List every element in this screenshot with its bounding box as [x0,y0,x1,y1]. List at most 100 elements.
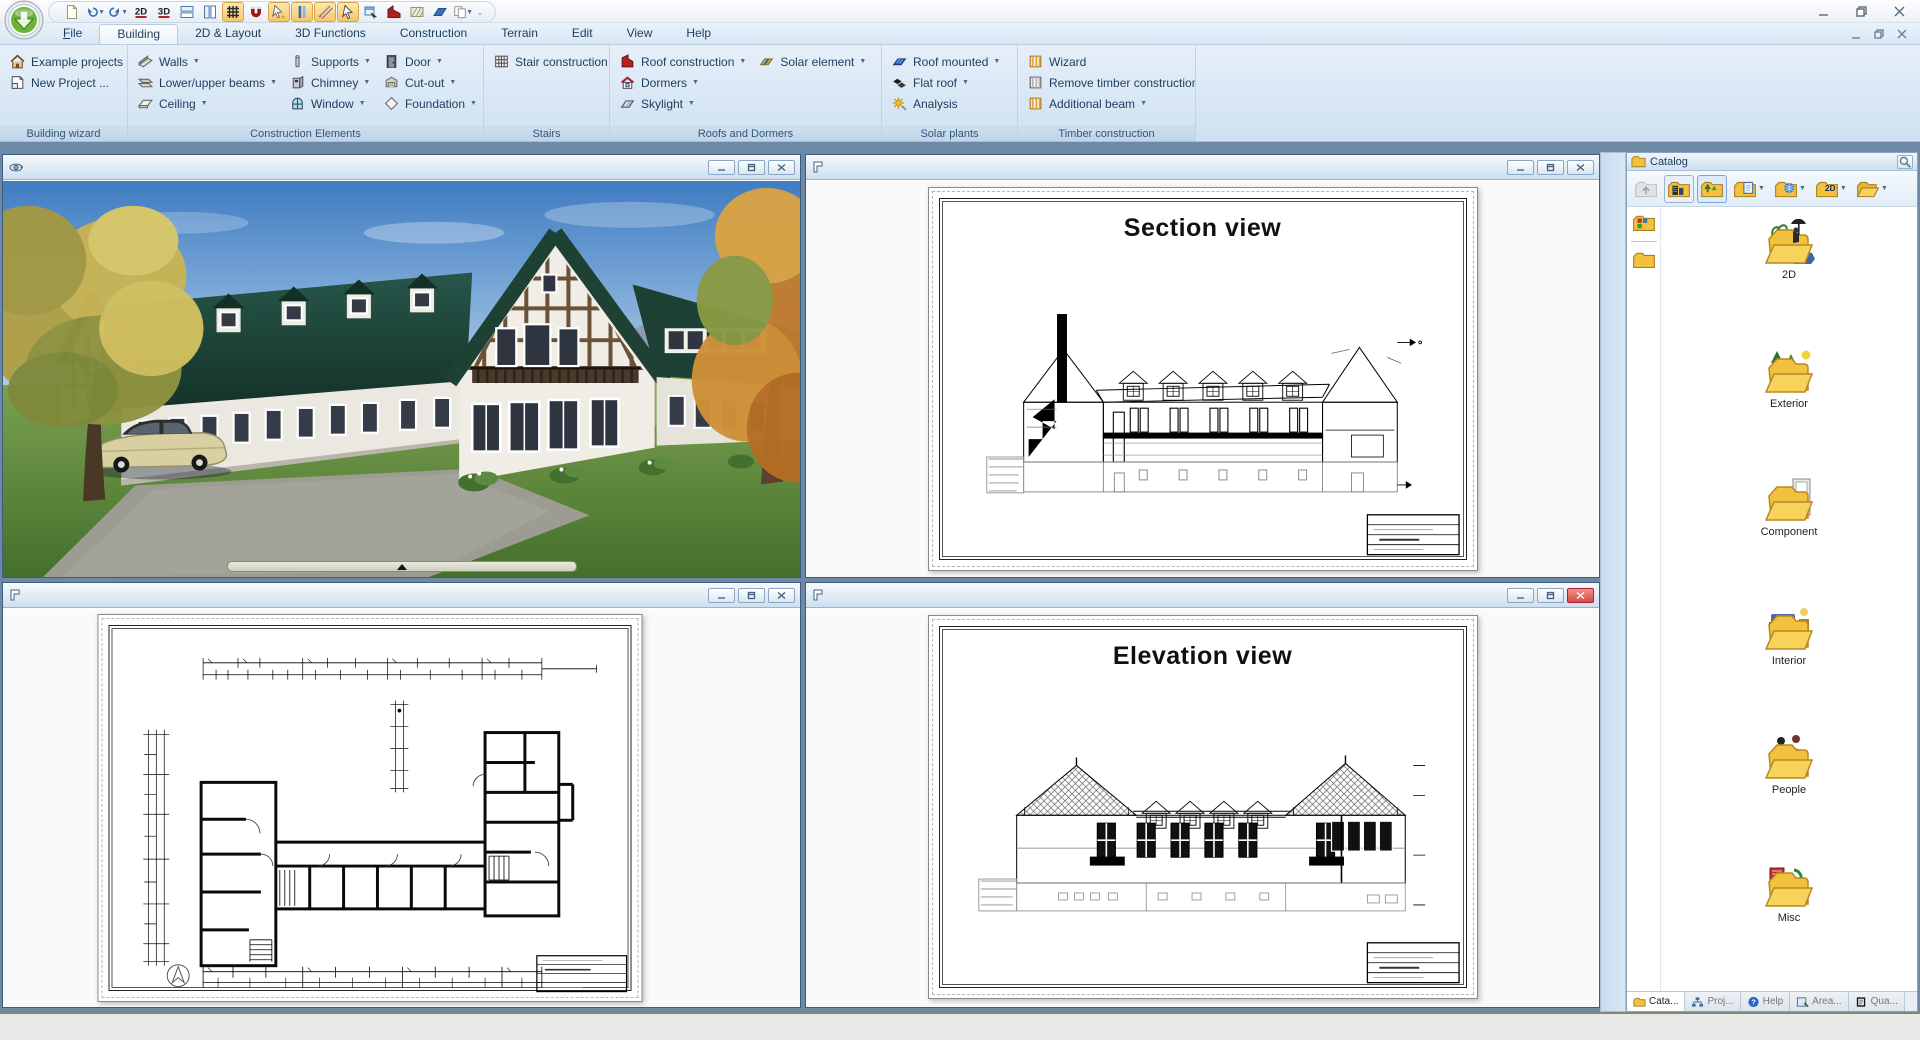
remove-timber-construction-button[interactable]: Remove timber construction [1024,73,1196,92]
elevation-view-titlebar[interactable] [806,583,1599,608]
tab-construction[interactable]: Construction [383,24,484,44]
doc-minimize-icon[interactable] [1851,27,1862,45]
tab-2d-layout[interactable]: 2D & Layout [178,24,278,44]
minimize-icon[interactable] [1507,588,1534,603]
viewport-3d-titlebar[interactable] [3,155,800,180]
section-view-titlebar[interactable] [806,155,1599,180]
supports-button[interactable]: Supports▼ [286,52,374,71]
tab-file[interactable]: File [46,24,99,44]
catalog-tab-area[interactable]: Area... [1790,992,1848,1011]
floor-plan-titlebar[interactable] [3,583,800,608]
folder-up-icon[interactable]: > [1631,175,1661,203]
restore-icon[interactable] [738,160,765,175]
stair-construction-button[interactable]: Stair construction▼ [490,52,610,71]
panel-splitter[interactable] [1600,152,1626,1012]
redo-icon[interactable]: ▼ [107,2,129,22]
roof-tool-icon[interactable] [383,2,405,22]
split-horizontal-icon[interactable] [176,2,198,22]
folder-internet-icon[interactable]: ▼ [1771,175,1809,203]
elevation-sheet-area[interactable]: Elevation view [806,609,1599,1007]
folder-2d-icon[interactable]: 2D▼ [1812,175,1850,203]
application-menu-button[interactable] [4,0,44,40]
walls-button[interactable]: Walls▼ [134,52,280,71]
catalog-tab-proj[interactable]: Proj... [1685,992,1740,1011]
section-sheet-area[interactable]: Section view [806,181,1599,577]
tab-help[interactable]: Help [669,24,728,44]
doc-close-icon[interactable] [1897,27,1908,45]
folder-2d-graphics-icon[interactable]: ▼ [1730,175,1768,203]
3d-view-icon[interactable]: 3D [153,2,175,22]
catalog-item-exterior[interactable]: Exterior [1763,348,1815,477]
split-vertical-icon[interactable] [199,2,221,22]
grid-icon[interactable] [222,2,244,22]
tab-3d-functions[interactable]: 3D Functions [278,24,383,44]
restore-icon[interactable] [1537,588,1564,603]
new-window-icon[interactable] [360,2,382,22]
view-rotate-slider[interactable] [227,561,577,572]
flat-roof-button[interactable]: Flat roof▼ [888,73,1003,92]
folder-open-icon[interactable]: ▼ [1853,175,1891,203]
catalog-item-component[interactable]: Component [1761,476,1818,605]
close-icon[interactable] [1567,588,1594,603]
copy-icon[interactable]: ▼ [452,2,474,22]
analysis-button[interactable]: Analysis [888,94,1003,113]
snap-icon[interactable] [245,2,267,22]
cut-out-button[interactable]: Cut-out▼ [380,73,480,92]
catalog-tab-cata[interactable]: Cata... [1627,992,1685,1011]
qat-customize-icon[interactable]: ⌄ [475,7,485,18]
minimize-icon[interactable] [1812,3,1834,19]
close-icon[interactable] [1567,160,1594,175]
new-document-icon[interactable] [61,2,83,22]
roof-construction-button[interactable]: Roof construction▼ [616,52,749,71]
tab-view[interactable]: View [610,24,670,44]
2d-view-icon[interactable]: 2D [130,2,152,22]
tab-terrain[interactable]: Terrain [484,24,555,44]
wizard-button[interactable]: Wizard [1024,52,1196,71]
catalog-tab-help[interactable]: ?Help [1741,992,1791,1011]
slab-icon[interactable] [429,2,451,22]
plan-sheet-area[interactable] [3,609,800,1007]
new-project-button[interactable]: New Project ... [6,73,128,92]
catalog-item-interior[interactable]: Interior [1763,605,1815,734]
catalog-item-misc[interactable]: Misc [1763,862,1815,991]
catalog-item-people[interactable]: People [1763,734,1815,863]
dormers-button[interactable]: Dormers▼ [616,73,749,92]
foundation-button[interactable]: Foundation▼ [380,94,480,113]
skylight-button[interactable]: Skylight▼ [616,94,749,113]
solar-element-button[interactable]: Solar element▼ [755,52,869,71]
restore-icon[interactable] [1850,3,1872,19]
tab-building[interactable]: Building [99,24,178,44]
select-plus-icon[interactable] [268,2,290,22]
minimize-icon[interactable] [1507,160,1534,175]
measure-icon[interactable] [314,2,336,22]
lower-upper-beams-button[interactable]: Lower/upper beams▼ [134,73,280,92]
magnifier-icon[interactable] [1897,155,1913,169]
minimize-icon[interactable] [708,588,735,603]
folder-plain-icon[interactable] [1632,250,1656,270]
undo-icon[interactable]: ▼ [84,2,106,22]
tab-edit[interactable]: Edit [555,24,610,44]
close-icon[interactable] [1888,3,1910,19]
folder-materials-icon[interactable] [1632,213,1656,233]
hatch-icon[interactable] [406,2,428,22]
additional-beam-button[interactable]: Additional beam▼ [1024,94,1196,113]
minimize-icon[interactable] [708,160,735,175]
ceiling-button[interactable]: Ceiling▼ [134,94,280,113]
doc-restore-icon[interactable] [1874,27,1885,45]
door-button[interactable]: Door▼ [380,52,480,71]
close-icon[interactable] [768,588,795,603]
folder-objects-icon[interactable] [1697,175,1727,203]
window-button[interactable]: Window▼ [286,94,374,113]
roof-mounted-button[interactable]: Roof mounted▼ [888,52,1003,71]
restore-icon[interactable] [738,588,765,603]
parallel-lines-icon[interactable] [291,2,313,22]
close-icon[interactable] [768,160,795,175]
render-3d-view[interactable] [3,181,800,577]
catalog-item-2d[interactable]: 2D [1763,219,1815,348]
chimney-button[interactable]: Chimney▼ [286,73,374,92]
restore-icon[interactable] [1537,160,1564,175]
example-projects-button[interactable]: Example projects ... [6,52,128,71]
catalog-tab-qua[interactable]: Qua... [1849,992,1905,1011]
select-arrow-icon[interactable] [337,2,359,22]
folder-buildings-icon[interactable] [1664,175,1694,203]
